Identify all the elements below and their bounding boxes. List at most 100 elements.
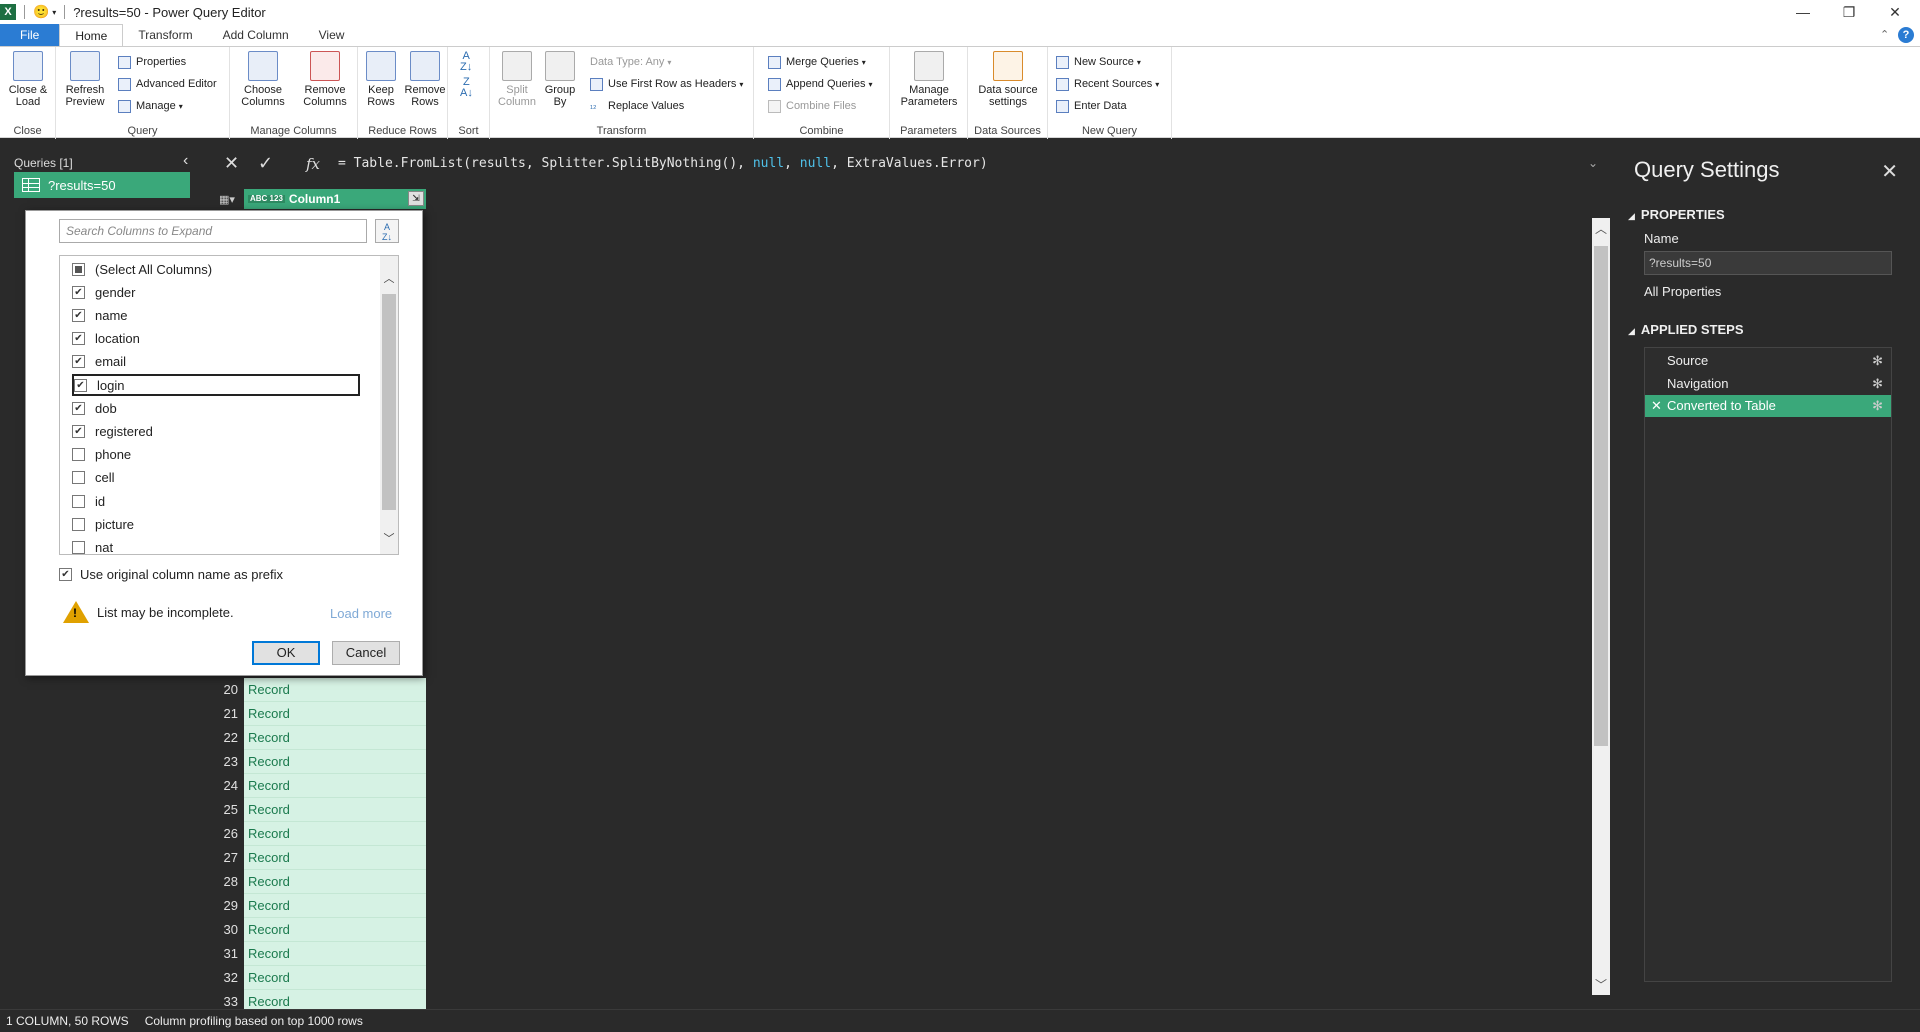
record-cell[interactable]: Record: [244, 822, 426, 846]
column-option[interactable]: picture: [60, 513, 370, 535]
append-queries-button[interactable]: Append Queries ▾: [768, 75, 873, 93]
cancel-button[interactable]: Cancel: [332, 641, 400, 665]
help-icon[interactable]: ?: [1898, 27, 1914, 43]
quick-access-dropdown-icon[interactable]: ▾: [52, 8, 56, 17]
sort-descending-icon[interactable]: Z A↓: [460, 77, 473, 99]
feedback-smiley-icon[interactable]: 🙂: [33, 4, 49, 20]
choose-columns-button[interactable]: Choose Columns: [236, 51, 290, 108]
manage-button[interactable]: Manage ▾: [118, 97, 183, 115]
scroll-down-icon[interactable]: ﹀: [380, 530, 398, 546]
fx-icon[interactable]: fx: [306, 155, 320, 173]
collapse-ribbon-icon[interactable]: ⌃: [1880, 28, 1889, 41]
scroll-thumb[interactable]: [382, 294, 396, 510]
status-profiling[interactable]: Column profiling based on top 1000 rows: [145, 1014, 363, 1028]
column-option[interactable]: (Select All Columns): [60, 258, 370, 280]
record-cell[interactable]: Record: [244, 774, 426, 798]
column-checkbox[interactable]: ✔: [74, 378, 87, 392]
gear-icon[interactable]: ✻: [1872, 350, 1883, 372]
all-properties-link[interactable]: All Properties: [1644, 284, 1721, 299]
step-navigation[interactable]: Navigation ✻: [1645, 373, 1891, 395]
expand-formula-icon[interactable]: ⌄: [1588, 156, 1598, 170]
column-checkbox[interactable]: ✔: [72, 332, 85, 346]
data-source-settings-button[interactable]: Data source settings: [972, 51, 1044, 108]
column-checkbox[interactable]: [72, 471, 85, 485]
minimize-button[interactable]: —: [1780, 0, 1826, 24]
data-type-dropdown[interactable]: Data Type: Any ▾: [590, 53, 671, 71]
step-converted-to-table[interactable]: ✕ Converted to Table ✻: [1645, 395, 1891, 417]
enter-data-button[interactable]: Enter Data: [1056, 97, 1127, 115]
tab-view[interactable]: View: [304, 24, 360, 46]
column-option[interactable]: ✔ email: [60, 351, 370, 373]
column-option[interactable]: ✔ dob: [60, 397, 370, 419]
new-source-button[interactable]: New Source ▾: [1056, 53, 1141, 71]
record-cell[interactable]: Record: [244, 894, 426, 918]
refresh-preview-button[interactable]: Refresh Preview: [60, 51, 110, 108]
commit-formula-icon[interactable]: ✓: [258, 153, 273, 174]
combine-files-button[interactable]: Combine Files: [768, 97, 856, 115]
record-cell[interactable]: Record: [244, 678, 426, 702]
column-option[interactable]: ✔ location: [60, 328, 370, 350]
column-checkbox[interactable]: [72, 262, 85, 276]
scroll-down-icon[interactable]: ﹀: [1592, 976, 1610, 993]
merge-queries-button[interactable]: Merge Queries ▾: [768, 53, 866, 71]
close-window-button[interactable]: ✕: [1872, 0, 1918, 24]
column-checkbox[interactable]: [72, 517, 85, 531]
column-checkbox[interactable]: [72, 494, 85, 508]
keep-rows-button[interactable]: Keep Rows: [360, 51, 402, 108]
column-option[interactable]: ✔ registered: [60, 420, 370, 442]
column-checkbox[interactable]: ✔: [72, 424, 85, 438]
prefix-option[interactable]: ✔ Use original column name as prefix: [59, 567, 283, 582]
column-option[interactable]: cell: [60, 467, 370, 489]
record-cell[interactable]: Record: [244, 750, 426, 774]
group-by-button[interactable]: Group By: [542, 51, 578, 108]
record-cell[interactable]: Record: [244, 966, 426, 990]
remove-rows-button[interactable]: Remove Rows: [402, 51, 448, 108]
query-name-input[interactable]: ?results=50: [1644, 251, 1892, 275]
table-menu-icon[interactable]: ▦▾: [210, 189, 244, 209]
record-cell[interactable]: Record: [244, 798, 426, 822]
query-item[interactable]: ?results=50: [14, 172, 190, 198]
column-checkbox[interactable]: ✔: [72, 355, 85, 369]
column-checkbox[interactable]: [72, 540, 85, 554]
close-load-button[interactable]: Close & Load: [4, 51, 52, 108]
tab-home[interactable]: Home: [59, 24, 124, 46]
delete-step-icon[interactable]: ✕: [1651, 395, 1662, 417]
record-cell[interactable]: Record: [244, 726, 426, 750]
properties-button[interactable]: Properties: [118, 53, 186, 71]
column-header[interactable]: ABC 123 Column1 ⇲: [244, 189, 426, 209]
advanced-editor-button[interactable]: Advanced Editor: [118, 75, 217, 93]
record-cell[interactable]: Record: [244, 918, 426, 942]
record-cell[interactable]: Record: [244, 846, 426, 870]
search-columns-input[interactable]: Search Columns to Expand: [59, 219, 367, 243]
column-option[interactable]: ✔ gender: [60, 281, 370, 303]
column-checkbox[interactable]: ✔: [72, 401, 85, 415]
restore-button[interactable]: ❐: [1826, 0, 1872, 24]
column-option[interactable]: phone: [60, 444, 370, 466]
column-checkbox[interactable]: ✔: [72, 308, 85, 322]
record-cell[interactable]: Record: [244, 702, 426, 726]
scroll-up-icon[interactable]: ︿: [380, 270, 398, 286]
tab-file[interactable]: File: [0, 24, 60, 46]
column-checkbox[interactable]: ✔: [72, 285, 85, 299]
checklist-scrollbar[interactable]: ︿ ﹀: [380, 256, 398, 554]
column-checkbox[interactable]: [72, 448, 85, 462]
scroll-thumb[interactable]: [1594, 246, 1608, 746]
scroll-up-icon[interactable]: ︿: [1592, 220, 1610, 237]
sort-columns-icon[interactable]: A Z↓: [375, 219, 399, 243]
remove-columns-button[interactable]: Remove Columns: [296, 51, 354, 108]
collapse-queries-icon[interactable]: ‹: [183, 152, 188, 170]
column-option[interactable]: ✔ name: [60, 304, 370, 326]
type-badge[interactable]: ABC 123: [248, 195, 285, 203]
cancel-formula-icon[interactable]: ✕: [224, 153, 239, 174]
tab-add-column[interactable]: Add Column: [208, 24, 304, 46]
gear-icon[interactable]: ✻: [1872, 395, 1883, 417]
split-column-button[interactable]: Split Column: [494, 51, 540, 108]
grid-scrollbar[interactable]: ︿ ﹀: [1592, 218, 1610, 995]
column-option[interactable]: nat: [60, 536, 370, 554]
use-first-row-headers-button[interactable]: Use First Row as Headers ▾: [590, 75, 743, 93]
record-cell[interactable]: Record: [244, 870, 426, 894]
record-cell[interactable]: Record: [244, 942, 426, 966]
gear-icon[interactable]: ✻: [1872, 373, 1883, 395]
step-source[interactable]: Source ✻: [1645, 350, 1891, 372]
column-option[interactable]: ✔ login: [72, 374, 360, 396]
